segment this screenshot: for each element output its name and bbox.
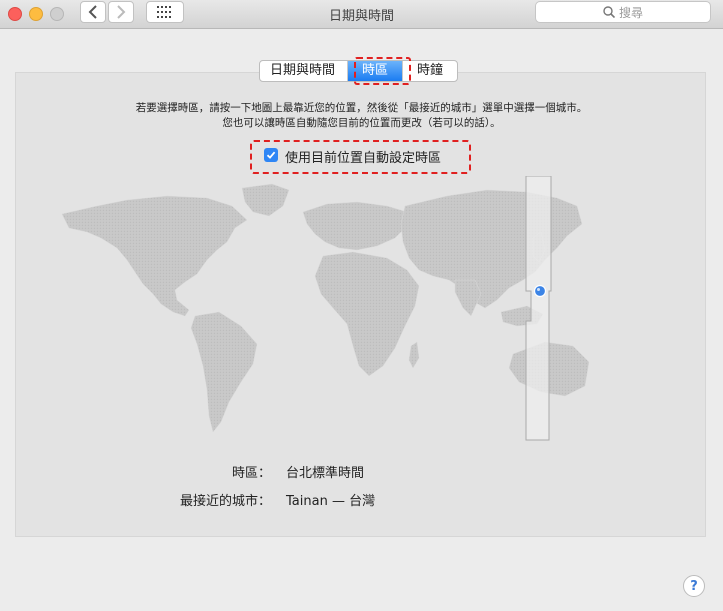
auto-timezone-checkbox[interactable]: [264, 148, 278, 162]
window-title: 日期與時間: [328, 9, 394, 24]
timezone-value: 台北標準時間: [286, 466, 365, 481]
instruction-line-1: 若要選擇時區，請按一下地圖上最靠近您的位置，然後從「最接近的城市」選單中選擇一個…: [135, 102, 588, 114]
chevron-left-icon: [88, 5, 97, 19]
search-field[interactable]: 搜尋: [535, 1, 711, 23]
forward-button[interactable]: [108, 1, 134, 23]
instruction-line-2: 您也可以讓時區自動隨您目前的位置而更改（若可以的話）。: [222, 117, 501, 129]
search-placeholder: 搜尋: [618, 5, 643, 20]
search-icon: [603, 6, 615, 18]
location-pin-icon: [533, 284, 547, 298]
show-all-button[interactable]: [146, 1, 184, 23]
help-button[interactable]: ?: [683, 575, 705, 597]
closest-city-value[interactable]: Tainan — 台灣: [286, 490, 375, 509]
auto-timezone-label[interactable]: 使用目前位置自動設定時區: [285, 147, 441, 166]
closest-city-label: 最接近的城市：: [179, 494, 271, 509]
title-bar: 日期與時間 搜尋: [0, 0, 723, 29]
tab-bar: 日期與時間 時區 時鐘: [259, 60, 459, 82]
chevron-right-icon: [117, 5, 126, 19]
close-button[interactable]: [8, 7, 22, 21]
minimize-button[interactable]: [29, 7, 43, 21]
back-button[interactable]: [80, 1, 106, 23]
tab-date-time[interactable]: 日期與時間: [260, 61, 349, 81]
world-map[interactable]: [57, 176, 597, 442]
checkmark-icon: [266, 151, 276, 159]
zoom-button[interactable]: [50, 7, 64, 21]
timezone-label: 時區：: [231, 466, 271, 481]
tab-clock[interactable]: 時鐘: [402, 61, 457, 81]
tab-time-zone[interactable]: 時區: [348, 61, 403, 81]
grid-icon: [157, 6, 171, 18]
continents: [61, 183, 590, 433]
